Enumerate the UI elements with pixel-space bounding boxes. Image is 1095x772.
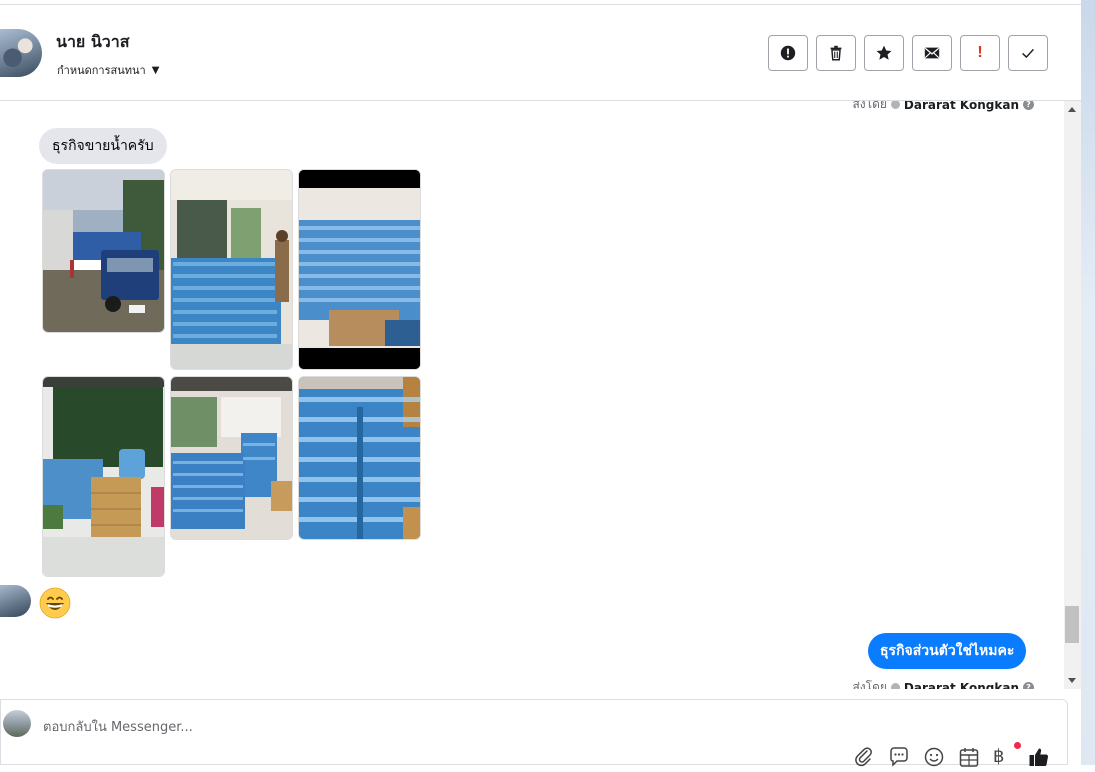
alert-circle-icon — [780, 45, 796, 61]
sent-by-prefix: ส่งโดย — [852, 101, 887, 111]
grinning-face-emoji-icon — [39, 587, 71, 619]
page-avatar — [3, 710, 31, 737]
photo-water-stack-garage[interactable] — [170, 376, 293, 540]
help-icon[interactable]: ? — [1023, 682, 1034, 689]
photo-pickup-truck[interactable] — [42, 169, 165, 333]
reply-composer: ตอบกลับใน Messenger... ฿ — [0, 699, 1068, 767]
notification-dot — [1014, 742, 1021, 749]
photo-water-stack-room-image — [299, 170, 420, 369]
star-button[interactable] — [864, 35, 904, 71]
sent-by-label: ส่งโดย Dararat Kongkan ? — [852, 101, 1034, 114]
photo-water-stack-closeup-image — [299, 377, 420, 539]
mark-unread-button[interactable] — [912, 35, 952, 71]
mark-spam-button[interactable] — [768, 35, 808, 71]
conversation-actions: ! — [768, 35, 1048, 71]
photo-water-shop-boxes[interactable] — [42, 376, 165, 577]
delete-button[interactable] — [816, 35, 856, 71]
incoming-message-bubble[interactable]: ธุรกิจขายน้ำครับ — [39, 128, 167, 164]
photo-pickup-truck-image — [43, 170, 164, 332]
thread-scrollbar[interactable] — [1064, 101, 1081, 689]
photo-water-stack-porch[interactable] — [170, 169, 293, 370]
verified-icon — [890, 101, 900, 109]
trash-icon — [830, 45, 842, 61]
scroll-down-arrow-icon[interactable] — [1068, 678, 1076, 683]
message-thread[interactable]: ส่งโดย Dararat Kongkan ? ธุรกิจขายน้ำครั… — [0, 101, 1064, 689]
reply-input[interactable]: ตอบกลับใน Messenger... — [43, 716, 193, 737]
assign-conversation-dropdown[interactable]: กำหนดการสนทนา ▼ — [57, 61, 159, 79]
verified-icon — [890, 683, 900, 689]
contact-name[interactable]: นาย นิวาส — [56, 30, 130, 55]
follow-up-button[interactable]: ! — [960, 35, 1000, 71]
browser-edge-strip — [1081, 0, 1095, 765]
photo-water-stack-garage-image — [171, 377, 292, 539]
outgoing-message-bubble[interactable]: ธุรกิจส่วนตัวใช่ไหมคะ — [868, 633, 1027, 669]
help-icon[interactable]: ? — [1023, 101, 1034, 110]
check-icon — [1022, 48, 1034, 59]
baht-payment-icon: ฿ — [993, 746, 1005, 767]
scroll-up-arrow-icon[interactable] — [1068, 107, 1076, 112]
contact-avatar-small[interactable] — [0, 585, 31, 617]
photo-water-shop-boxes-image — [43, 377, 164, 576]
inbox-conversation-panel: นาย นิวาส กำหนดการสนทนา ▼ ! ส่งโดย Darar… — [0, 0, 1081, 767]
scrollbar-thumb[interactable] — [1065, 606, 1079, 643]
assign-label: กำหนดการสนทนา — [57, 64, 146, 77]
photo-water-stack-room[interactable] — [298, 169, 421, 370]
photo-water-stack-porch-image — [171, 170, 292, 369]
sent-by-prefix: ส่งโดย — [852, 680, 887, 689]
sent-by-name[interactable]: Dararat Kongkan — [904, 681, 1019, 690]
exclamation-icon: ! — [977, 44, 983, 61]
star-icon — [876, 45, 892, 60]
photo-water-stack-closeup[interactable] — [298, 376, 421, 540]
contact-avatar[interactable] — [0, 29, 42, 77]
sent-by-label-bottom: ส่งโดย Dararat Kongkan ? — [852, 678, 1034, 689]
conversation-header: นาย นิวาส กำหนดการสนทนา ▼ ! — [0, 5, 1081, 101]
mark-done-button[interactable] — [1008, 35, 1048, 71]
caret-down-icon: ▼ — [151, 64, 160, 76]
envelope-icon — [924, 47, 940, 59]
sent-by-name[interactable]: Dararat Kongkan — [904, 101, 1019, 112]
